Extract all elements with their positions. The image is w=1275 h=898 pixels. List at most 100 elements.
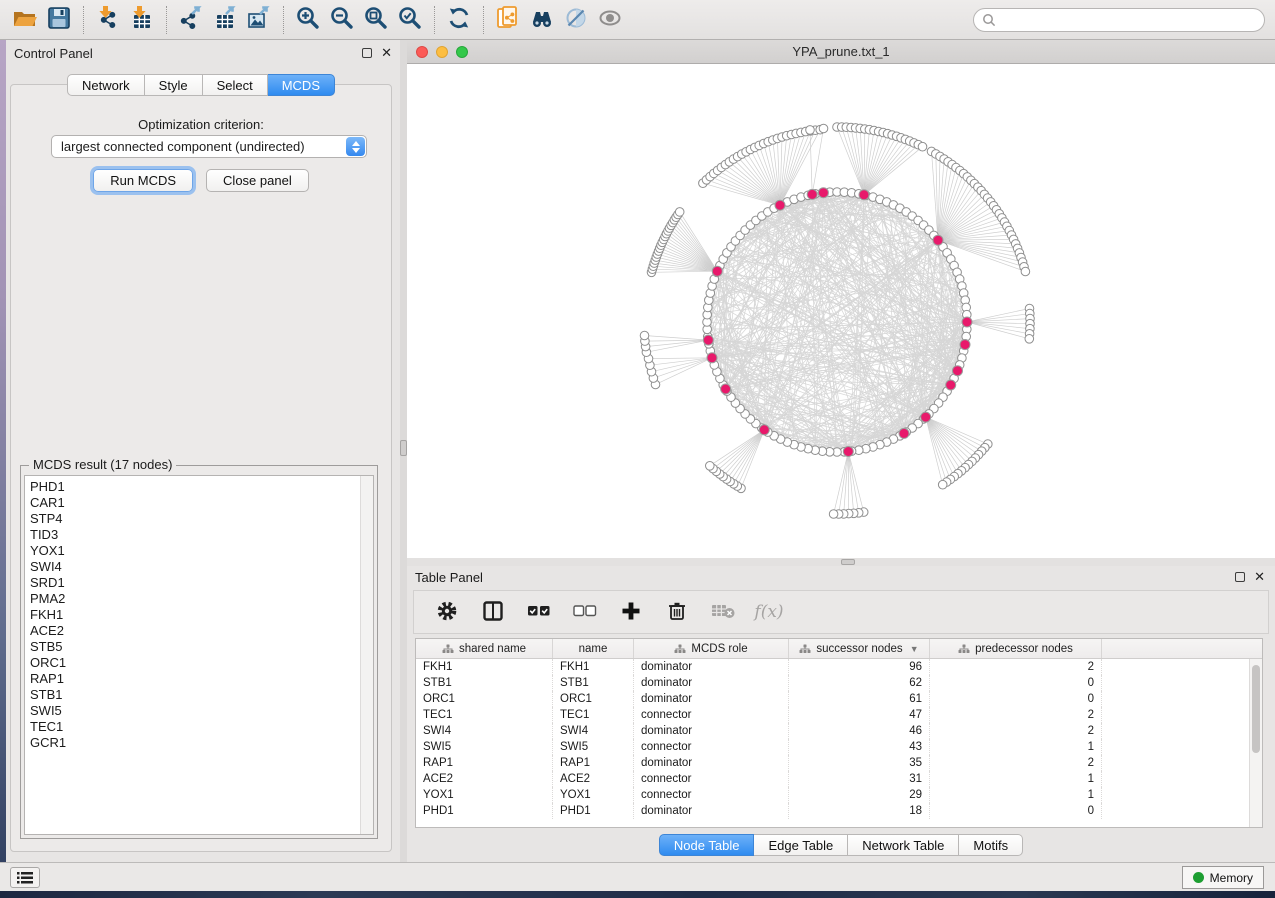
table-row[interactable]: ORC1ORC1dominator610 (416, 691, 1249, 707)
export-table-button[interactable] (208, 4, 242, 36)
table-row[interactable]: STB1STB1dominator620 (416, 675, 1249, 691)
cell-predecessor-nodes[interactable]: 0 (930, 691, 1102, 707)
cell-predecessor-nodes[interactable]: 2 (930, 755, 1102, 771)
zoom-fit-button[interactable] (359, 4, 393, 36)
table-scrollbar[interactable] (1249, 659, 1262, 827)
cell-successor-nodes[interactable]: 61 (789, 691, 930, 707)
column-header-successor-nodes[interactable]: successor nodes▼ (789, 639, 930, 658)
cell-predecessor-nodes[interactable]: 0 (930, 803, 1102, 819)
result-node-item[interactable]: ORC1 (30, 655, 373, 671)
refresh-button[interactable] (442, 4, 476, 36)
zoom-in-button[interactable] (291, 4, 325, 36)
cell-successor-nodes[interactable]: 35 (789, 755, 930, 771)
tab-network[interactable]: Network (67, 74, 145, 96)
cell-MCDS-role[interactable]: connector (634, 771, 789, 787)
result-node-item[interactable]: YOX1 (30, 543, 373, 559)
vertical-splitter[interactable] (400, 40, 407, 862)
result-node-item[interactable]: SRD1 (30, 575, 373, 591)
result-node-item[interactable]: TID3 (30, 527, 373, 543)
splitter-grip[interactable] (400, 440, 407, 456)
splitter-grip[interactable] (841, 559, 855, 565)
tab-motifs[interactable]: Motifs (959, 834, 1023, 856)
tab-edge-table[interactable]: Edge Table (754, 834, 848, 856)
cell-name[interactable]: RAP1 (553, 755, 634, 771)
table-row[interactable]: FKH1FKH1dominator962 (416, 659, 1249, 675)
result-node-item[interactable]: PMA2 (30, 591, 373, 607)
network-titlebar[interactable]: YPA_prune.txt_1 (407, 40, 1275, 64)
column-header-name[interactable]: name (553, 639, 634, 658)
run-mcds-button[interactable]: Run MCDS (93, 169, 193, 192)
cell-MCDS-role[interactable]: dominator (634, 723, 789, 739)
result-node-item[interactable]: GCR1 (30, 735, 373, 751)
cell-name[interactable]: ORC1 (553, 691, 634, 707)
cell-name[interactable]: STB1 (553, 675, 634, 691)
add-column-button[interactable] (616, 597, 646, 627)
cell-MCDS-role[interactable]: connector (634, 787, 789, 803)
cell-successor-nodes[interactable]: 62 (789, 675, 930, 691)
result-node-item[interactable]: STB5 (30, 639, 373, 655)
export-network-button[interactable] (174, 4, 208, 36)
cell-name[interactable]: SWI4 (553, 723, 634, 739)
network-graph[interactable] (407, 64, 1275, 558)
birdseye-view-button[interactable] (593, 4, 627, 36)
memory-button[interactable]: Memory (1182, 866, 1264, 889)
close-panel-button[interactable]: Close panel (206, 169, 309, 192)
column-header-predecessor-nodes[interactable]: predecessor nodes (930, 639, 1102, 658)
tab-style[interactable]: Style (145, 74, 203, 96)
cell-name[interactable]: FKH1 (553, 659, 634, 675)
network-canvas[interactable] (407, 64, 1275, 558)
tab-mcds[interactable]: MCDS (268, 74, 335, 96)
cell-name[interactable]: TEC1 (553, 707, 634, 723)
cell-shared-name[interactable]: STB1 (416, 675, 553, 691)
cell-shared-name[interactable]: RAP1 (416, 755, 553, 771)
task-history-button[interactable] (10, 867, 40, 888)
cell-successor-nodes[interactable]: 46 (789, 723, 930, 739)
column-header-shared-name[interactable]: shared name (416, 639, 553, 658)
search-input[interactable] (1001, 13, 1256, 27)
cell-successor-nodes[interactable]: 96 (789, 659, 930, 675)
cell-shared-name[interactable]: PHD1 (416, 803, 553, 819)
tab-network-table[interactable]: Network Table (848, 834, 959, 856)
cell-predecessor-nodes[interactable]: 2 (930, 659, 1102, 675)
zoom-selected-button[interactable] (393, 4, 427, 36)
result-node-item[interactable]: SWI4 (30, 559, 373, 575)
zoom-out-button[interactable] (325, 4, 359, 36)
result-node-item[interactable]: CAR1 (30, 495, 373, 511)
import-network-button[interactable] (91, 4, 125, 36)
table-row[interactable]: SWI4SWI4dominator462 (416, 723, 1249, 739)
cell-shared-name[interactable]: YOX1 (416, 787, 553, 803)
table-row[interactable]: ACE2ACE2connector311 (416, 771, 1249, 787)
cell-successor-nodes[interactable]: 31 (789, 771, 930, 787)
column-header-MCDS-role[interactable]: MCDS role (634, 639, 789, 658)
import-table-button[interactable] (125, 4, 159, 36)
optimization-criterion-select[interactable]: largest connected component (undirected) (51, 135, 367, 158)
result-node-item[interactable]: STB1 (30, 687, 373, 703)
table-row[interactable]: RAP1RAP1dominator352 (416, 755, 1249, 771)
network-document-button[interactable] (491, 4, 525, 36)
cell-MCDS-role[interactable]: dominator (634, 803, 789, 819)
cell-predecessor-nodes[interactable]: 1 (930, 739, 1102, 755)
result-node-item[interactable]: ACE2 (30, 623, 373, 639)
result-node-item[interactable]: RAP1 (30, 671, 373, 687)
open-file-button[interactable] (8, 4, 42, 36)
result-list-scrollbar[interactable] (360, 476, 373, 834)
mcds-result-list[interactable]: PHD1CAR1STP4TID3YOX1SWI4SRD1PMA2FKH1ACE2… (24, 475, 374, 835)
cell-MCDS-role[interactable]: connector (634, 707, 789, 723)
settings-gear-button[interactable] (432, 597, 462, 627)
cell-successor-nodes[interactable]: 43 (789, 739, 930, 755)
table-row[interactable]: SWI5SWI5connector431 (416, 739, 1249, 755)
delete-column-button[interactable] (662, 597, 692, 627)
tab-select[interactable]: Select (203, 74, 268, 96)
cell-shared-name[interactable]: SWI4 (416, 723, 553, 739)
table-row[interactable]: YOX1YOX1connector291 (416, 787, 1249, 803)
table-row[interactable]: PHD1PHD1dominator180 (416, 803, 1249, 819)
cell-predecessor-nodes[interactable]: 1 (930, 771, 1102, 787)
cell-shared-name[interactable]: SWI5 (416, 739, 553, 755)
cell-predecessor-nodes[interactable]: 2 (930, 723, 1102, 739)
float-panel-icon[interactable] (362, 48, 372, 58)
result-node-item[interactable]: FKH1 (30, 607, 373, 623)
cell-MCDS-role[interactable]: dominator (634, 691, 789, 707)
column-layout-button[interactable] (478, 597, 508, 627)
save-session-button[interactable] (42, 4, 76, 36)
search-box[interactable] (973, 8, 1265, 32)
